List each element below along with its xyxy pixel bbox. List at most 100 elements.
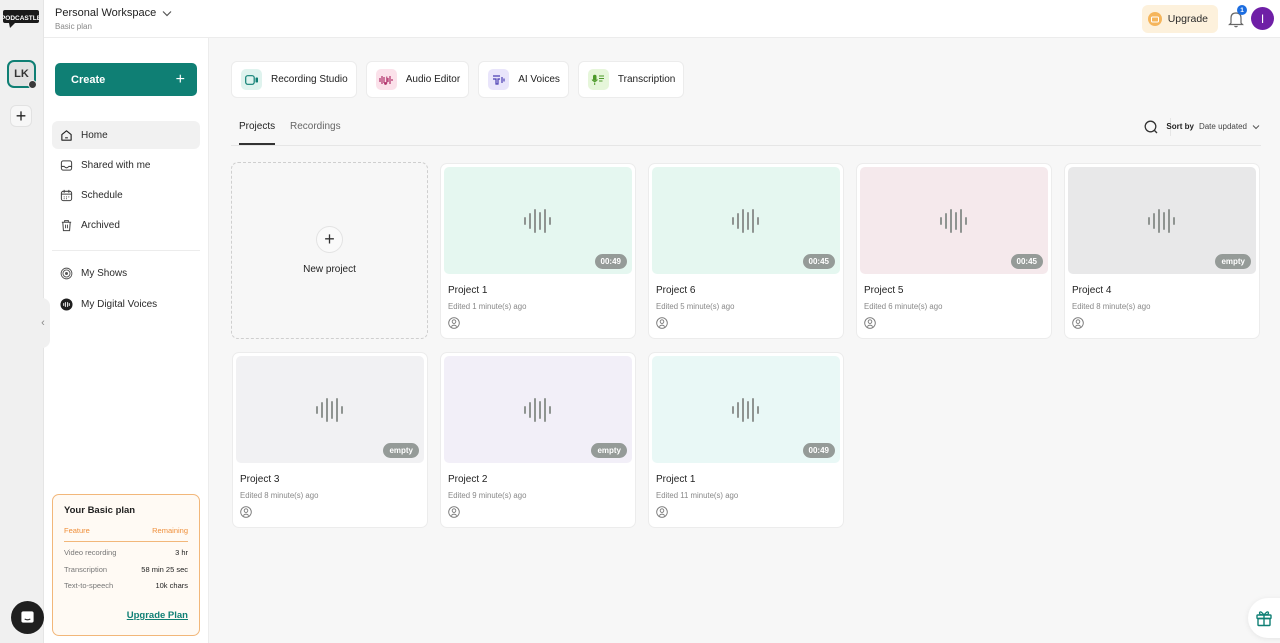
inbox-icon [60,160,73,171]
project-card[interactable]: 00:45 Project 6 Edited 5 minute(s) ago [648,163,844,339]
project-thumbnail: empty [236,356,424,463]
sidebar-item-label: Home [81,129,108,141]
support-chat-button[interactable] [11,601,44,634]
duration-badge: empty [591,443,627,458]
project-card[interactable]: 00:49 Project 1 Edited 11 minute(s) ago [648,352,844,528]
sidebar-item-label: Archived [81,220,120,232]
sidebar-item-home[interactable]: Home [52,121,200,149]
owner-icon [448,506,460,518]
project-title: Project 1 [656,474,696,485]
gift-icon [1256,611,1272,627]
project-thumbnail: 00:49 [652,356,840,463]
workspace-switcher[interactable]: Personal Workspace [55,7,172,19]
project-card[interactable]: empty Project 2 Edited 9 minute(s) ago [440,352,636,528]
chevron-down-icon [1252,124,1260,129]
upgrade-button[interactable]: Upgrade [1141,5,1218,33]
tab-projects[interactable]: Projects [239,121,276,145]
waveform-icon [732,208,759,233]
new-project-card[interactable]: + New project [231,162,428,339]
waveform-icon [524,208,551,233]
project-card[interactable]: empty Project 3 Edited 8 minute(s) ago [232,352,428,528]
project-title: Project 4 [1072,285,1112,296]
plan-col-remaining: Remaining [152,526,188,535]
project-title: Project 1 [448,285,488,296]
project-title: Project 5 [864,285,904,296]
tool-recording-studio[interactable]: Recording Studio [231,61,357,98]
plan-feature: Text-to-speech [64,581,114,590]
create-label: Create [71,73,106,86]
project-edited-time: Edited 5 minute(s) ago [656,302,735,311]
plan-table-header: Feature Remaining [64,526,188,542]
sort-dropdown[interactable]: Sort by Date updated [1166,122,1260,131]
plan-feature: Video recording [64,548,117,557]
duration-badge: empty [1215,254,1251,269]
project-edited-time: Edited 8 minute(s) ago [1072,302,1151,311]
project-card[interactable]: 00:45 Project 5 Edited 6 minute(s) ago [856,163,1052,339]
owner-icon [864,317,876,329]
tab-recordings[interactable]: Recordings [290,121,341,143]
tool-transcription[interactable]: Transcription [577,61,685,98]
tool-label: Recording Studio [271,74,348,85]
waveform-icon [732,397,759,422]
home-icon [61,129,72,141]
project-title: Project 3 [240,474,280,485]
sidebar-divider [52,249,200,251]
podcastle-logo[interactable]: PODCASTLE [3,9,39,29]
trash-icon [61,220,72,232]
owner-icon [656,506,668,518]
duration-badge: 00:45 [1010,254,1043,269]
project-thumbnail: 00:49 [444,167,632,274]
collapse-sidebar-button[interactable]: ‹ [36,298,50,348]
project-edited-time: Edited 6 minute(s) ago [864,302,943,311]
podcast-icon [60,268,73,280]
project-edited-time: Edited 11 minute(s) ago [656,491,739,500]
sidebar-item-archived[interactable]: Archived [52,212,200,240]
sidebar-nav: Home Shared with me Schedule Archived My… [52,121,200,320]
owner-icon [656,317,668,329]
user-avatar[interactable]: I [1251,7,1274,30]
add-workspace-button[interactable]: + [10,105,32,127]
sidebar-item-my-shows[interactable]: My Shows [52,260,200,288]
chat-icon [21,611,34,623]
plan-row: Text-to-speech 10k chars [64,581,188,590]
project-thumbnail: empty [444,356,632,463]
tool-ai-voices[interactable]: AI Voices [478,61,569,98]
sidebar-item-label: Schedule [81,190,123,202]
plan-title: Your Basic plan [64,505,136,516]
create-button[interactable]: Create + [55,63,197,96]
owner-icon [240,506,252,518]
project-thumbnail: empty [1068,167,1256,274]
mic-text-icon [587,69,609,90]
plan-card: Your Basic plan Feature Remaining Video … [52,494,200,636]
plan-row: Video recording 3 hr [64,548,188,557]
tool-audio-editor[interactable]: Audio Editor [365,61,470,98]
sort-value: Date updated [1198,122,1247,131]
plan-remaining: 58 min 25 sec [141,564,188,574]
gift-button[interactable] [1248,598,1280,638]
camera-badge-icon [28,80,37,89]
sort-by-label: Sort by [1166,122,1194,131]
project-card[interactable]: 00:49 Project 1 Edited 1 minute(s) ago [440,163,636,339]
workspace-initials: LK [14,68,29,80]
project-edited-time: Edited 9 minute(s) ago [448,491,527,500]
waveform-icon [524,397,551,422]
workspace-name: Personal Workspace [55,7,157,19]
duration-badge: 00:45 [802,254,835,269]
project-title: Project 2 [448,474,488,485]
sidebar-item-digital-voices[interactable]: My Digital Voices [52,290,200,318]
project-edited-time: Edited 8 minute(s) ago [240,491,319,500]
owner-icon [1072,317,1084,329]
workspace-avatar[interactable]: LK [7,60,37,89]
owner-icon [448,317,460,329]
project-card[interactable]: empty Project 4 Edited 8 minute(s) ago [1064,163,1260,339]
waveform-icon [1148,208,1175,233]
project-thumbnail: 00:45 [860,167,1048,274]
sidebar-item-schedule[interactable]: Schedule [52,182,200,210]
workspace-plan: Basic plan [55,22,92,31]
sidebar-item-shared[interactable]: Shared with me [52,151,200,179]
search-icon[interactable] [1144,120,1158,134]
plan-remaining: 10k chars [155,581,188,590]
upgrade-plan-link[interactable]: Upgrade Plan [127,610,188,621]
audio-edit-icon [375,69,397,90]
plan-remaining: 3 hr [175,548,188,557]
